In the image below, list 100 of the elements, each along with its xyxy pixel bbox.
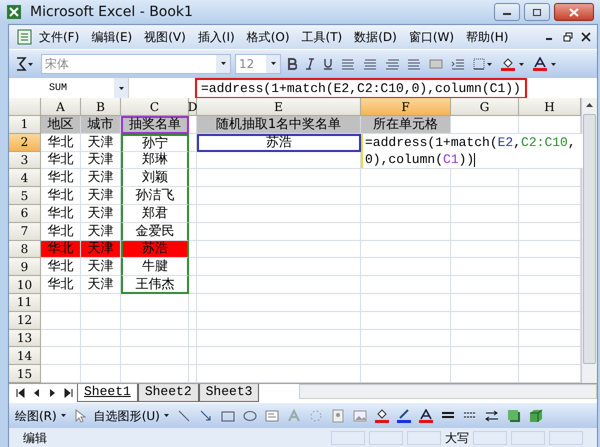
scroll-thumb[interactable] [583,114,596,364]
table-cell: 抽奖名单 [121,116,189,134]
menu-item[interactable]: 格式(O) [240,28,296,46]
menu-item[interactable]: 窗口(W) [402,28,460,46]
empty-cell [81,294,121,312]
table-cell: 郑琳 [121,152,189,170]
first-sheet-icon[interactable] [15,387,27,399]
arrow-style-icon[interactable] [484,408,499,422]
draw-menu[interactable]: 绘图(R) [13,406,68,426]
borders-icon[interactable] [473,58,493,70]
table-cell: 孙宁 [121,134,189,152]
empty-cell [451,330,519,348]
table-cell: 天津 [81,152,121,170]
column-header[interactable]: G [451,98,519,116]
horizontal-scrollbar[interactable] [299,384,597,399]
font-name-dropdown[interactable]: 宋体 [41,54,231,74]
fill-color-icon[interactable] [374,408,389,422]
align-center-icon[interactable] [363,58,377,70]
font-color-icon[interactable] [418,408,433,422]
row-header[interactable]: 4 [9,169,41,188]
empty-cell [451,294,519,312]
row-header[interactable]: 5 [9,187,41,205]
pointer-icon[interactable] [74,408,86,422]
column-header[interactable]: A [41,98,81,116]
restore-icon[interactable] [563,32,573,42]
status-mode: 编辑 [23,430,47,446]
status-panel [511,430,545,444]
row-header[interactable]: 8 [9,240,41,258]
align-left-icon[interactable] [341,58,355,70]
sheet-tab[interactable]: Sheet2 [138,384,199,402]
underline-icon[interactable] [323,58,333,70]
sheet-tab[interactable]: Sheet3 [198,384,260,402]
row-header[interactable]: 3 [9,152,41,170]
row-header[interactable]: 10 [9,276,41,294]
cell-editor[interactable]: =address(1+match(E2,C2:C10,0),column(C1)) [361,134,583,168]
row-header[interactable]: 12 [9,312,41,330]
font-color-icon[interactable] [533,56,557,70]
font-name-text: 宋体 [45,56,69,72]
minimize-button[interactable] [494,3,520,21]
column-header[interactable]: C [121,98,189,116]
status-panel [549,430,583,444]
column-header[interactable]: D [189,98,197,116]
autoshapes-menu[interactable]: 自选图形(U) [92,406,171,426]
row-header[interactable]: 6 [9,204,41,223]
line-color-icon[interactable] [396,408,411,422]
table-cell: 孙洁飞 [121,187,189,205]
3d-cube-icon[interactable] [528,408,543,422]
clip-art-icon[interactable] [330,408,345,422]
row-header[interactable]: 14 [9,347,41,366]
merge-center-icon[interactable] [407,58,421,70]
workbook-icon [15,29,33,45]
table-cell: 华北 [41,204,81,223]
window-title: Microsoft Excel - Book1 [30,2,193,22]
table-cell: 刘颖 [121,169,189,188]
last-sheet-icon[interactable] [63,387,75,399]
font-size-dropdown[interactable]: 12 [235,54,281,74]
row-header[interactable]: 1 [9,116,41,134]
menu-item[interactable]: 文件(F) [33,28,86,46]
arrow-icon[interactable] [198,408,213,422]
menu-item[interactable]: 编辑(E) [85,28,138,46]
rectangle-icon[interactable] [220,408,235,422]
column-header[interactable]: F [361,98,451,116]
menu-item[interactable]: 工具(T) [296,28,348,46]
italic-icon[interactable] [305,58,315,70]
shadow-icon[interactable] [506,408,521,422]
text-box-icon[interactable] [264,408,279,422]
sum-icon[interactable] [15,56,35,70]
menu-item[interactable]: 视图(V) [138,28,192,46]
align-right-icon[interactable] [385,58,399,70]
table-cell: 华北 [41,187,81,205]
line-icon[interactable] [176,408,191,422]
close-button[interactable] [554,3,594,21]
bold-icon[interactable] [287,58,297,70]
table-cell: 天津 [81,169,121,188]
row-header[interactable]: 7 [9,222,41,241]
empty-cell [451,312,519,330]
oval-icon[interactable] [242,408,257,422]
table-cell: 天津 [81,134,121,152]
row-header[interactable]: 9 [9,258,41,276]
table-cell: 天津 [81,204,121,223]
sheet-tab[interactable]: Sheet1 [77,384,138,402]
row-header[interactable]: 13 [9,330,41,348]
row-header[interactable]: 2 [9,134,41,152]
maximize-button[interactable] [524,3,550,21]
table-cell: 天津 [81,240,121,258]
close-icon[interactable] [581,32,591,42]
row-header[interactable]: 11 [9,294,41,312]
column-header[interactable]: E [197,98,361,116]
menu-item[interactable]: 帮助(H) [460,28,514,46]
table-cell: 华北 [41,134,81,152]
column-header[interactable]: B [81,98,121,116]
menu-item[interactable]: 插入(I) [192,28,241,46]
column-header[interactable]: H [519,98,581,116]
menu-item[interactable]: 数据(D) [348,28,403,46]
fill-color-icon[interactable] [501,56,525,70]
row-header[interactable]: 15 [9,365,41,383]
table-cell: 苏浩 [121,240,189,258]
empty-cell [451,258,519,276]
table-cell: 郑君 [121,204,189,223]
indent-icon[interactable] [451,58,465,70]
